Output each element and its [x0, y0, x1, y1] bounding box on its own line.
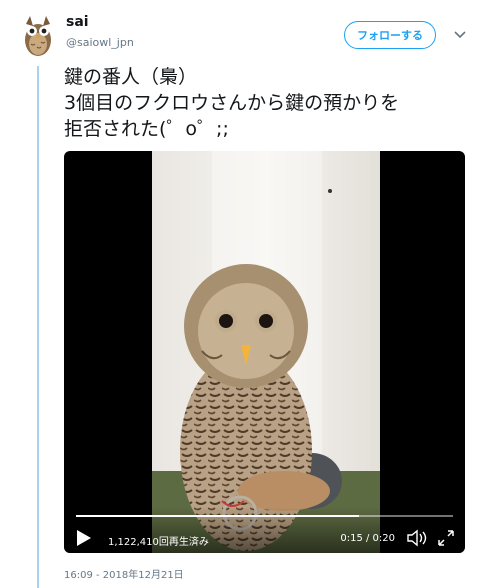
tweet-text-line: 3個目のフクロウさんから鍵の預かりを	[64, 92, 400, 114]
more-options-button[interactable]	[452, 28, 468, 42]
video-progress-bar[interactable]	[76, 515, 453, 517]
view-count: 1,122,410回再生済み	[108, 537, 209, 548]
thread-connector-line	[37, 66, 39, 588]
video-time: 0:15 / 0:20	[340, 533, 395, 544]
display-name[interactable]: sai	[66, 14, 89, 30]
video-player[interactable]: 1,122,410回再生済み 0:15 / 0:20	[64, 151, 465, 553]
tweet-text: 鍵の番人（梟） 3個目のフクロウさんから鍵の預かりを 拒否された(゜o゜;;	[64, 64, 474, 142]
tweet-text-line: 鍵の番人（梟）	[64, 66, 198, 88]
tweet-timestamp[interactable]: 16:09 - 2018年12月21日	[64, 566, 184, 581]
volume-icon	[407, 529, 427, 547]
fullscreen-icon	[438, 530, 454, 546]
avatar[interactable]	[20, 14, 56, 58]
tweet-text-line: 拒否された(゜o゜;;	[64, 118, 229, 140]
video-controls: 1,122,410回再生済み 0:15 / 0:20	[64, 507, 465, 553]
video-frame-owl	[152, 151, 380, 553]
fullscreen-button[interactable]	[437, 529, 455, 547]
follow-button[interactable]: フォローする	[344, 21, 436, 49]
play-button[interactable]	[76, 529, 92, 547]
volume-button[interactable]	[407, 529, 429, 547]
owl-icon	[25, 16, 51, 56]
user-handle[interactable]: @saiowl_jpn	[66, 36, 134, 49]
video-progress-fill	[76, 515, 359, 517]
play-icon	[77, 530, 91, 546]
chevron-down-icon	[454, 31, 466, 39]
